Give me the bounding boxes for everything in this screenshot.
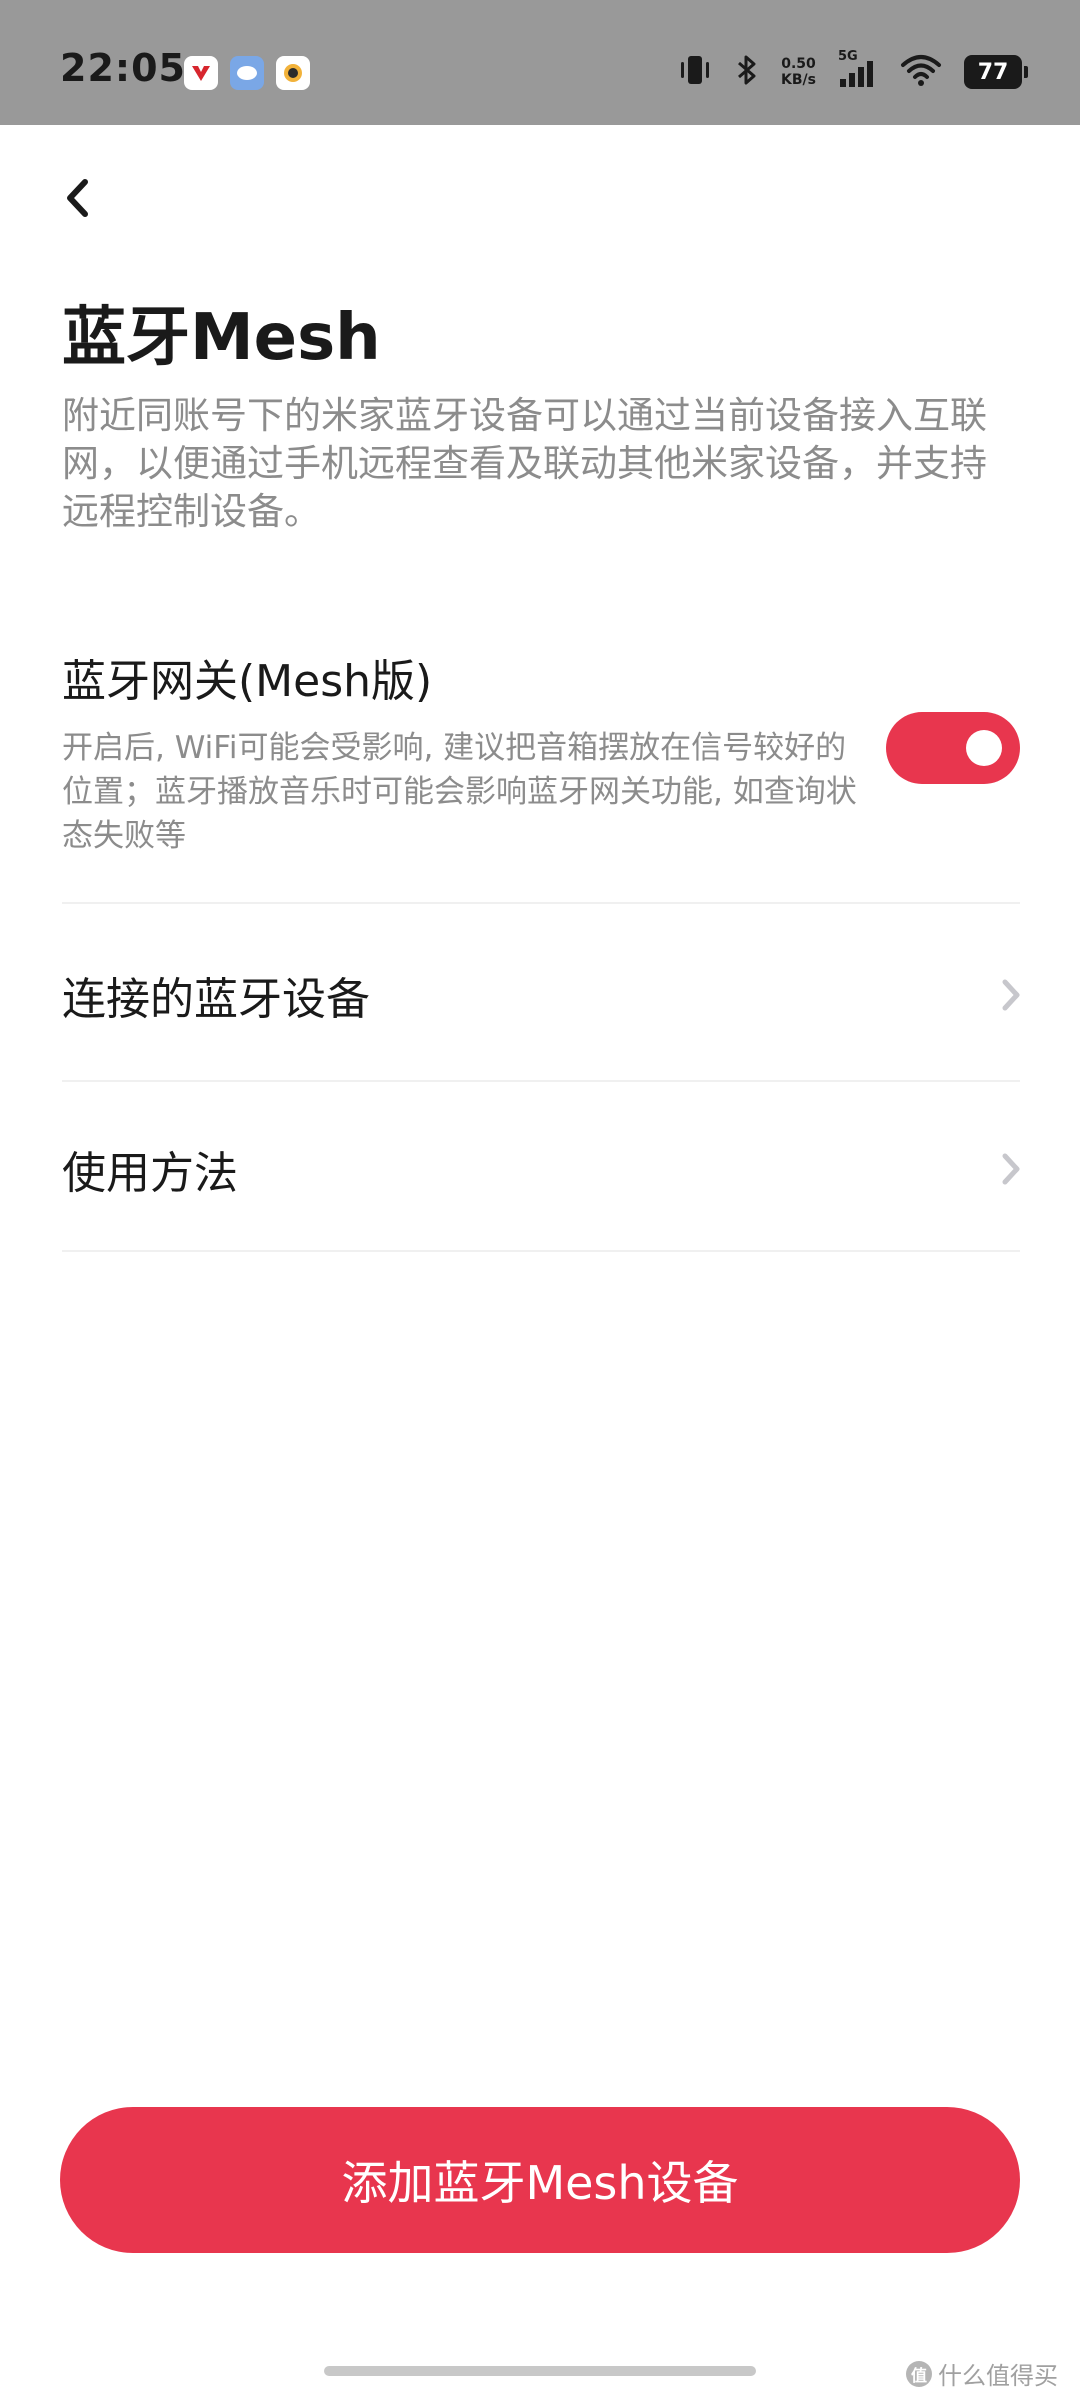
- notification-app-icon-1: [184, 56, 218, 90]
- status-bar: 22:05 0.50 KB/s 5G 77: [0, 0, 1080, 125]
- page-title: 蓝牙Mesh: [62, 301, 381, 375]
- status-time: 22:05: [60, 46, 186, 90]
- page-description: 附近同账号下的米家蓝牙设备可以通过当前设备接入互联网，以便通过手机远程查看及联动…: [62, 394, 987, 533]
- gateway-toggle[interactable]: [886, 712, 1020, 784]
- gateway-setting-title: 蓝牙网关(Mesh版): [62, 656, 433, 707]
- network-speed: 0.50 KB/s: [781, 56, 816, 88]
- back-button[interactable]: [48, 168, 108, 228]
- home-indicator[interactable]: [324, 2366, 756, 2376]
- notification-app-icon-3: [276, 56, 310, 90]
- cellular-signal-icon: 5G: [838, 49, 878, 89]
- chevron-right-icon: [996, 1149, 1026, 1189]
- list-item-label: 连接的蓝牙设备: [62, 974, 370, 1025]
- battery-indicator: 77: [964, 55, 1028, 89]
- gateway-setting-description: 开启后, WiFi可能会受影响, 建议把音箱摆放在信号较好的位置；蓝牙播放音乐时…: [62, 730, 857, 854]
- list-item-usage[interactable]: 使用方法: [40, 1084, 1040, 1254]
- watermark-text: 什么值得买: [938, 2362, 1058, 2390]
- network-speed-unit: KB/s: [781, 72, 816, 88]
- divider: [62, 1250, 1020, 1252]
- divider: [62, 902, 1020, 904]
- bluetooth-icon: [735, 53, 759, 91]
- divider: [62, 1080, 1020, 1082]
- wifi-icon: [900, 53, 942, 91]
- toggle-knob: [966, 730, 1002, 766]
- add-mesh-device-button[interactable]: 添加蓝牙Mesh设备: [60, 2107, 1020, 2253]
- network-speed-value: 0.50: [781, 56, 816, 72]
- notification-app-icon-2: [230, 56, 264, 90]
- vibrate-icon: [677, 53, 713, 91]
- chevron-right-icon: [996, 975, 1026, 1015]
- list-item-label: 使用方法: [62, 1148, 238, 1199]
- status-indicators: 0.50 KB/s 5G 77: [677, 49, 1028, 92]
- watermark-logo: 值: [906, 2360, 932, 2387]
- watermark: 值 什么值得买: [906, 2356, 1058, 2391]
- chevron-left-icon: [67, 179, 88, 217]
- list-item-connected-devices[interactable]: 连接的蓝牙设备: [40, 910, 1040, 1080]
